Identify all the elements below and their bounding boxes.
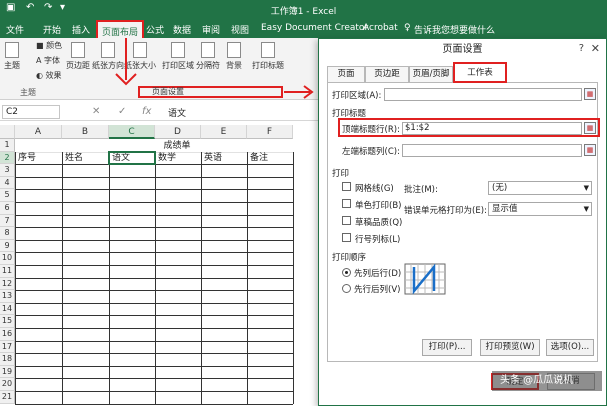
chevron-down-icon: ▼ — [583, 205, 589, 213]
comments-dropdown[interactable]: (无) ▼ — [488, 181, 592, 195]
down-then-over-label: 先列后行(D) — [354, 269, 402, 279]
left-columns-label: 左端标题列(C): — [342, 147, 400, 157]
gridlines-checkbox[interactable] — [342, 182, 351, 191]
row-col-headings-checkbox[interactable] — [342, 233, 351, 242]
chevron-down-icon: ▼ — [583, 184, 589, 192]
draft-quality-checkbox[interactable] — [342, 216, 351, 225]
comments-label: 批注(M): — [404, 185, 438, 195]
over-then-down-label: 先行后列(V) — [354, 285, 401, 295]
watermark: 头条 @瓜瓜说机 — [492, 371, 602, 391]
collapse-dialog-icon[interactable]: ▦ — [584, 88, 596, 100]
cell-errors-dropdown[interactable]: 显示值 ▼ — [488, 202, 592, 216]
black-white-checkbox[interactable] — [342, 199, 351, 208]
dialog-title: 页面设置 — [319, 39, 606, 61]
cell-errors-value: 显示值 — [492, 204, 518, 214]
tab-header-footer[interactable]: 页眉/页脚 — [409, 66, 453, 82]
draft-quality-label: 草稿品质(Q) — [355, 218, 403, 228]
page-order-preview-icon — [404, 263, 446, 295]
close-icon[interactable]: ✕ — [591, 42, 600, 55]
tab-sheet[interactable]: 工作表 — [453, 62, 507, 83]
print-preview-button[interactable]: 打印预览(W) — [480, 339, 540, 356]
row-col-headings-label: 行号列标(L) — [355, 235, 401, 245]
tab-page[interactable]: 页面 — [327, 66, 365, 82]
sheet-tab-panel: 打印区域(A): ▦ 打印标题 顶端标题行(R): $1:$2 ▦ 左端标题列(… — [327, 82, 600, 362]
page-order-label: 打印顺序 — [332, 253, 367, 263]
comments-value: (无) — [492, 183, 508, 193]
excel-window: ▣ ↶ ↷ ▾ 工作簿1 - Excel 文件 开始 插入 页面布局 公式 数据… — [0, 0, 607, 406]
print-button[interactable]: 打印(P)... — [422, 339, 472, 356]
collapse-dialog-icon[interactable]: ▦ — [584, 144, 596, 156]
print-area-input[interactable] — [384, 88, 582, 101]
options-button[interactable]: 选项(O)... — [546, 339, 594, 356]
black-white-label: 单色打印(B) — [355, 201, 402, 211]
page-setup-dialog: 页面设置 ? ✕ 页面 页边距 页眉/页脚 工作表 打印区域(A): ▦ 打印标… — [318, 38, 607, 406]
print-area-label: 打印区域(A): — [332, 91, 382, 101]
print-section-label: 打印 — [332, 169, 350, 179]
help-icon[interactable]: ? — [579, 43, 584, 54]
tab-margins[interactable]: 页边距 — [365, 66, 409, 82]
top-rows-highlight — [338, 118, 600, 137]
down-then-over-radio[interactable] — [342, 268, 351, 277]
cell-errors-label: 错误单元格打印为(E): — [404, 206, 487, 216]
over-then-down-radio[interactable] — [342, 284, 351, 293]
left-columns-input[interactable] — [402, 144, 582, 157]
gridlines-label: 网格线(G) — [355, 184, 394, 194]
